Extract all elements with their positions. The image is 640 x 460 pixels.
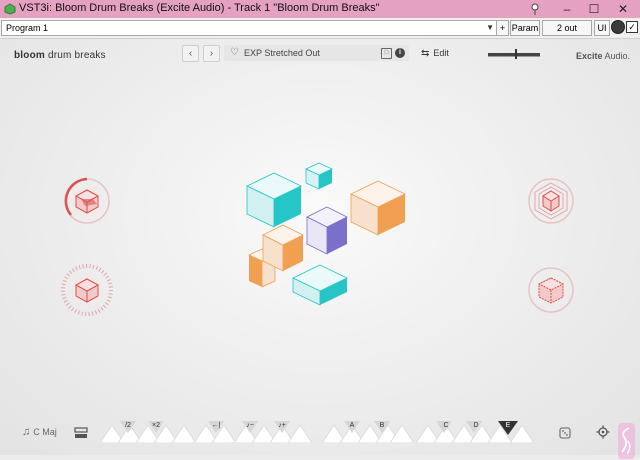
pin-icon[interactable] (528, 2, 542, 16)
double-time-pad[interactable]: ×2 (146, 422, 166, 429)
key-selector[interactable]: ♫ C Maj (22, 426, 57, 438)
company-bold: Excite (576, 51, 603, 61)
ui-button[interactable]: UI (594, 20, 610, 36)
company-rest: Audio. (602, 51, 631, 61)
music-note-icon: ♫ (22, 426, 31, 438)
knob-bottom-right[interactable] (525, 264, 577, 316)
brand-rest: drum breaks (45, 50, 106, 61)
preset-name: EXP Stretched Out (244, 48, 320, 58)
output-button[interactable]: 2 out (542, 20, 592, 36)
key-label: C Maj (33, 427, 57, 437)
host-toolbar: Program 1 ▼ + Param 2 out UI ✓ (0, 18, 640, 39)
program-select[interactable]: Program 1 ▼ (1, 20, 497, 36)
pattern-a-pad[interactable]: A (342, 422, 362, 429)
plugin-brand: bloom drum breaks (14, 50, 106, 61)
app-icon (4, 3, 16, 15)
cube-slab-teal[interactable] (292, 264, 348, 306)
pattern-d-pad[interactable]: D (466, 422, 486, 429)
next-preset-button[interactable]: › (203, 45, 220, 62)
cube-purple[interactable] (306, 206, 348, 255)
param-button[interactable]: Param (510, 20, 540, 36)
half-time-pad[interactable]: /2 (118, 422, 138, 429)
window-titlebar: VST3i: Bloom Drum Breaks (Excite Audio) … (0, 0, 640, 18)
heart-icon[interactable]: ♡ (230, 47, 239, 58)
dice-icon[interactable] (559, 427, 571, 439)
loop-logo-icon (618, 423, 635, 459)
note-minus-pad[interactable]: ♪− (240, 422, 260, 429)
cube-large-teal[interactable] (246, 172, 302, 228)
cube-cluster[interactable] (240, 159, 410, 319)
cube-small-teal[interactable] (305, 162, 333, 190)
save-icon[interactable]: □ (381, 48, 392, 59)
settings-gear-icon[interactable] (596, 425, 610, 439)
layers-icon[interactable] (74, 427, 88, 439)
edit-button[interactable]: ⇆ Edit (421, 48, 449, 59)
volume-slider-track (488, 56, 540, 57)
enable-checkbox[interactable]: ✓ (626, 21, 638, 33)
pattern-pad-group-ab (322, 421, 414, 443)
plugin-panel: bloom drum breaks ‹ › ♡ EXP Stretched Ou… (0, 39, 640, 459)
program-value: Program 1 (6, 23, 49, 33)
pattern-c-pad[interactable]: C (436, 422, 456, 429)
brand-bold: bloom (14, 50, 45, 61)
edit-label: Edit (433, 48, 449, 58)
prev-preset-button[interactable]: ‹ (182, 45, 199, 62)
volume-slider-handle[interactable] (515, 49, 517, 59)
info-icon[interactable]: i (395, 48, 405, 58)
preset-browser[interactable]: ♡ EXP Stretched Out □ i (224, 45, 409, 61)
knob-top-left[interactable] (61, 175, 113, 227)
cube-large-orange[interactable] (350, 180, 406, 236)
company-logo: Excite Audio. (576, 51, 630, 61)
add-button[interactable]: + (496, 20, 509, 36)
cube-medium-orange[interactable] (262, 224, 304, 272)
window-title: VST3i: Bloom Drum Breaks (Excite Audio) … (19, 2, 380, 14)
chevron-down-icon: ▼ (486, 23, 494, 32)
close-button[interactable]: ✕ (606, 0, 640, 18)
knob-top-right[interactable] (525, 175, 577, 227)
pattern-e-pad[interactable]: E (498, 422, 518, 429)
power-toggle[interactable] (611, 20, 625, 34)
note-plus-pad[interactable]: ♪+ (272, 422, 292, 429)
swap-arrows-icon: ⇆ (421, 48, 430, 59)
knob-bottom-left[interactable] (61, 264, 113, 316)
reset-pad[interactable]: ←| (206, 422, 226, 429)
pattern-b-pad[interactable]: B (372, 422, 392, 429)
